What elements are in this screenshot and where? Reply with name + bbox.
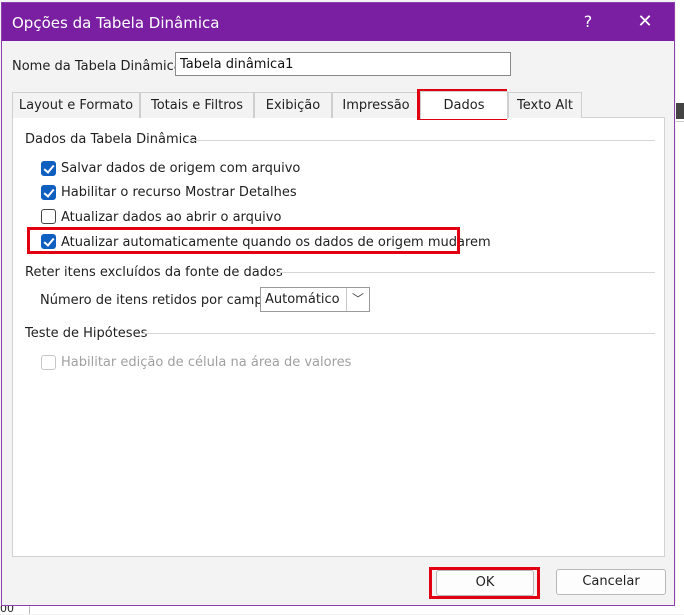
option-label-enable-show-details: Habilitar o recurso Mostrar Detalhes (61, 185, 297, 200)
highlight-box-ok (429, 567, 540, 599)
option-label-refresh-on-open: Atualizar dados ao abrir o arquivo (61, 210, 282, 225)
pivot-name-input[interactable] (175, 52, 511, 76)
tab-data[interactable]: Dados (420, 91, 508, 119)
pivot-name-label: Nome da Tabela Dinâmica: (12, 59, 187, 74)
checkbox-refresh-on-open[interactable] (41, 209, 56, 224)
tab-display[interactable]: Exibição (254, 92, 332, 118)
retained-items-select[interactable]: Automático ﹀ (260, 287, 370, 312)
tab-alt-text[interactable]: Texto Alt (508, 92, 582, 118)
retain-items-label: Número de itens retidos por campo: (40, 293, 275, 308)
section-title-what-if: Teste de Hipóteses (25, 326, 148, 341)
background-gridline (676, 121, 684, 122)
section-divider (143, 333, 655, 334)
retained-items-value: Automático (265, 292, 340, 307)
checkbox-enable-show-details[interactable] (41, 185, 56, 200)
checkbox-enable-cell-editing[interactable] (41, 355, 56, 370)
cancel-button[interactable]: Cancelar (556, 569, 666, 595)
chevron-down-icon[interactable]: ﹀ (346, 288, 369, 311)
tab-printing[interactable]: Impressão (332, 92, 420, 118)
section-divider (189, 140, 655, 141)
pivot-table-options-dialog: Opções da Tabela Dinâmica ? ✕ Nome da Ta… (1, 2, 675, 606)
title-bar: Opções da Tabela Dinâmica ? ✕ (2, 3, 674, 41)
tab-layout-format[interactable]: Layout e Formato (12, 92, 140, 118)
section-title-pivot-data: Dados da Tabela Dinâmica (25, 132, 198, 147)
tab-panel-dados: Dados da Tabela Dinâmica Salvar dados de… (12, 117, 665, 557)
background-glyph (676, 103, 684, 119)
checkbox-save-source-data[interactable] (41, 161, 56, 176)
option-label-save-source-data: Salvar dados de origem com arquivo (61, 161, 301, 176)
help-button[interactable]: ? (574, 9, 602, 35)
highlight-box-auto-refresh (27, 227, 460, 254)
close-button[interactable]: ✕ (630, 9, 660, 35)
tab-totals-filters[interactable]: Totais e Filtros (140, 92, 254, 118)
section-title-retain-items: Reter itens excluídos da fonte de dados (25, 265, 283, 280)
option-label-enable-cell-editing: Habilitar edição de célula na área de va… (61, 355, 352, 370)
section-divider (271, 272, 655, 273)
background-sheet-edge (676, 0, 684, 614)
dialog-title: Opções da Tabela Dinâmica (12, 14, 220, 32)
